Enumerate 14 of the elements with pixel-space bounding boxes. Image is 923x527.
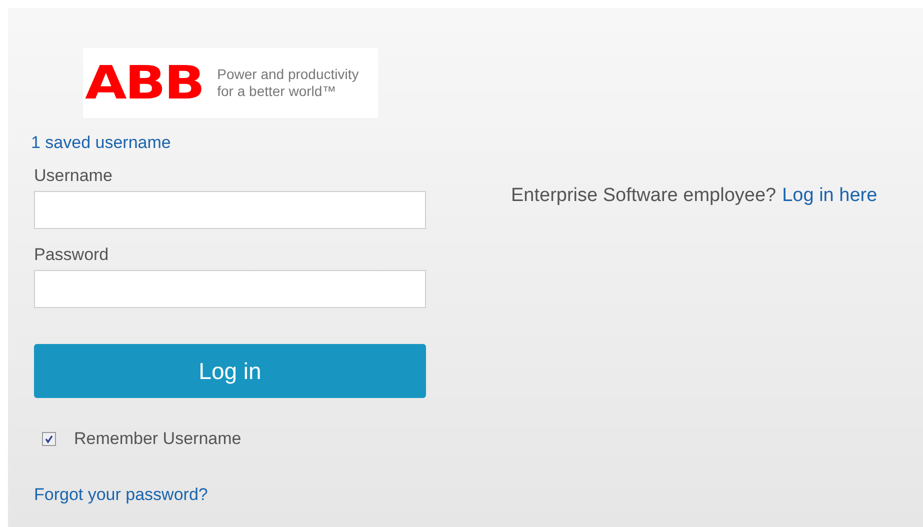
- logo-tagline: Power and productivity: [217, 66, 359, 83]
- logo-tagline: for a better world™: [217, 83, 338, 100]
- field-label: Username: [34, 166, 114, 186]
- checkmark-icon: [44, 434, 54, 444]
- login-button[interactable]: Log in: [34, 344, 426, 398]
- input-field[interactable]: [34, 191, 426, 229]
- saved-usernames-link[interactable]: 1 saved username: [31, 132, 171, 154]
- employee-login-link[interactable]: Log in here: [782, 182, 878, 210]
- forgot-password-link[interactable]: Forgot your password?: [34, 482, 208, 507]
- remember-label: Remember Username: [74, 428, 242, 450]
- input-field[interactable]: [34, 270, 426, 308]
- field-label: Password: [34, 245, 110, 265]
- remember-checkbox[interactable]: [42, 432, 56, 446]
- employee-prompt: Enterprise Software employee?: [511, 184, 776, 208]
